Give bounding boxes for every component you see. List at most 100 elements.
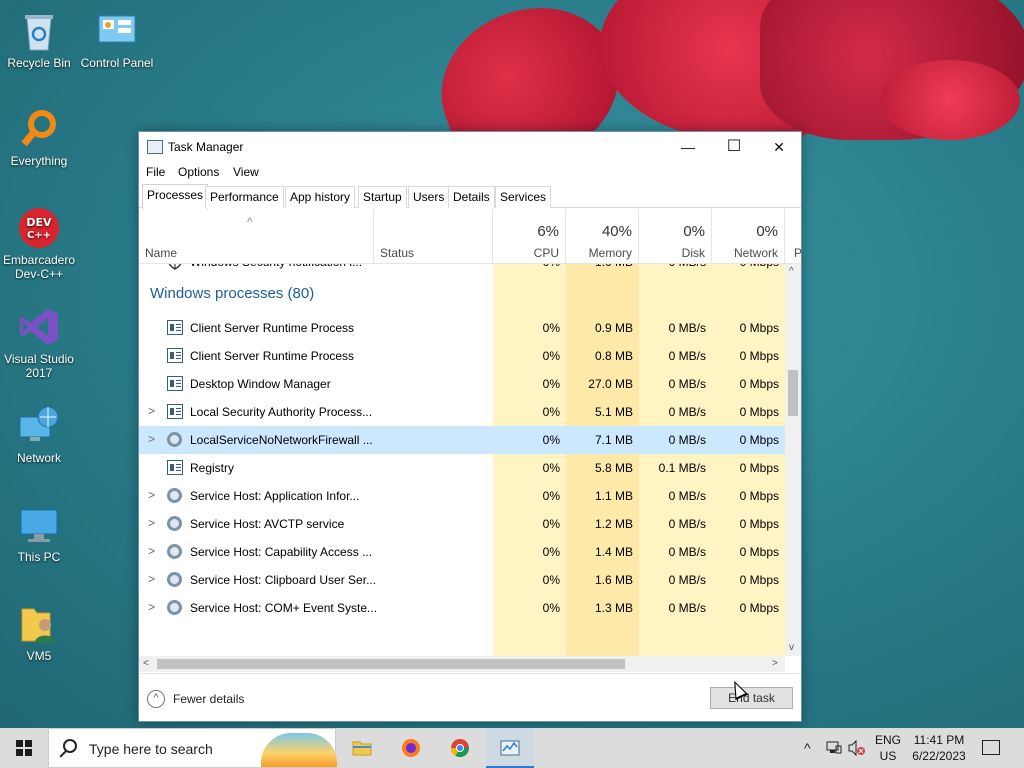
table-row[interactable]: Windows Security notification i... 0% 1.0 … — [139, 264, 785, 276]
taskbar-search-box[interactable]: Type here to search — [48, 728, 337, 768]
memory-total: 40% — [601, 223, 632, 240]
column-power-label: P — [794, 246, 803, 260]
expand-chevron-icon[interactable]: > — [148, 572, 155, 586]
disk-value: 0 MB/s — [668, 377, 706, 391]
scroll-left-arrow[interactable]: < — [143, 658, 149, 669]
menu-file[interactable]: File — [146, 165, 165, 179]
close-button[interactable]: ✕ — [756, 132, 802, 162]
table-row[interactable]: Registry 0% 5.8 MB 0.1 MB/s 0 Mbps — [139, 454, 785, 482]
column-disk[interactable]: 0% Disk — [639, 209, 712, 264]
desktop-icon-visual-studio[interactable]: Visual Studio 2017 — [0, 306, 78, 380]
fewer-details-link[interactable]: Fewer details — [173, 692, 244, 706]
menu-view[interactable]: View — [233, 165, 259, 179]
input-language[interactable]: ENG US — [872, 732, 904, 764]
collapse-icon[interactable]: ^ — [147, 690, 165, 708]
desktop-icon-recycle-bin[interactable]: Recycle Bin — [0, 10, 78, 70]
expand-chevron-icon[interactable]: > — [148, 488, 155, 502]
process-name: Service Host: COM+ Event Syste... — [190, 601, 378, 615]
column-memory[interactable]: 40% Memory — [566, 209, 639, 264]
scroll-up-arrow[interactable]: ^ — [789, 266, 794, 277]
column-cpu[interactable]: 6% CPU — [493, 209, 566, 264]
start-button[interactable] — [0, 728, 48, 768]
cpu-value: 0% — [542, 405, 560, 419]
taskbar-task-manager[interactable] — [486, 728, 534, 768]
desktop-icon-devcpp[interactable]: DEV C++ Embarcadero Dev-C++ — [0, 207, 78, 281]
table-row[interactable]: > Service Host: Application Infor... 0% 1.1… — [139, 482, 785, 510]
taskbar-chrome[interactable] — [436, 728, 484, 768]
network-value: 0 Mbps — [739, 517, 779, 531]
tab-performance[interactable]: Performance — [205, 186, 284, 208]
table-row[interactable]: > Service Host: Capability Access ... 0% 1.… — [139, 538, 785, 566]
tab-details[interactable]: Details — [448, 186, 495, 208]
show-hidden-icons[interactable]: ^ — [804, 740, 811, 756]
maximize-button[interactable]: ☐ — [711, 132, 757, 162]
table-row[interactable]: > LocalServiceNoNetworkFirewall ... 0% 7.1 … — [139, 426, 785, 454]
column-status[interactable]: Status — [374, 209, 493, 264]
tab-app-history[interactable]: App history — [285, 186, 356, 208]
desktop-icon-control-panel[interactable]: Control Panel — [78, 10, 156, 70]
expand-chevron-icon[interactable]: > — [148, 432, 155, 446]
memory-value: 5.1 MB — [594, 405, 633, 419]
table-row[interactable]: Client Server Runtime Process 0% 0.9 MB 0 M… — [139, 314, 785, 342]
cpu-value: 0% — [493, 264, 560, 269]
desktop-icon-network[interactable]: Network — [0, 405, 78, 465]
volume-muted-icon[interactable] — [848, 739, 866, 759]
process-name: Service Host: Capability Access ... — [190, 545, 373, 559]
taskbar-file-explorer[interactable] — [338, 728, 386, 768]
disk-value: 0 MB/s — [668, 321, 706, 335]
end-task-button[interactable]: End task — [710, 687, 793, 709]
network-tray-icon[interactable] — [826, 740, 842, 759]
task-manager-window[interactable]: Task Manager — ☐ ✕ File Options View Pro… — [138, 131, 802, 722]
process-name: Registry — [190, 461, 235, 475]
table-row[interactable]: > Service Host: COM+ Event Syste... 0% 1.3 … — [139, 594, 785, 622]
horizontal-scroll-thumb[interactable] — [157, 659, 625, 669]
desktop-icon-vm5[interactable]: VM5 — [0, 603, 78, 663]
notification-center-icon[interactable] — [982, 740, 1000, 755]
horizontal-scrollbar[interactable]: < > — [139, 656, 785, 672]
scroll-right-arrow[interactable]: > — [772, 658, 778, 669]
table-row[interactable]: > Service Host: AVCTP service 0% 1.2 MB 0 MB… — [139, 510, 785, 538]
column-power[interactable]: P — [785, 209, 803, 264]
menu-options[interactable]: Options — [178, 165, 219, 179]
window-icon — [167, 320, 183, 335]
tab-users[interactable]: Users — [408, 186, 450, 208]
network-value: 0 Mbps — [739, 377, 779, 391]
minimize-button[interactable]: — — [665, 132, 711, 162]
title-bar[interactable]: Task Manager — ☐ ✕ — [139, 132, 801, 162]
process-list[interactable]: Windows Security notification i... 0% 1.0 … — [139, 264, 785, 656]
column-name[interactable]: ^ Name — [139, 209, 374, 264]
expand-chevron-icon[interactable]: > — [148, 404, 155, 418]
computer-icon — [18, 504, 60, 546]
expand-chevron-icon[interactable]: > — [148, 516, 155, 530]
desktop-icon-everything[interactable]: Everything — [0, 108, 78, 168]
network-value: 0 Mbps — [739, 545, 779, 559]
magnifier-icon — [18, 108, 60, 150]
tab-processes[interactable]: Processes — [142, 184, 209, 209]
expand-chevron-icon[interactable]: > — [148, 544, 155, 558]
tab-startup[interactable]: Startup — [358, 186, 407, 208]
taskbar: Type here to search ^ ENG US 11:41 PM 6/… — [0, 728, 1024, 768]
desktop-icon-this-pc[interactable]: This PC — [0, 504, 78, 564]
memory-value: 0.8 MB — [594, 349, 633, 363]
column-network[interactable]: 0% Network — [712, 209, 785, 264]
taskbar-firefox[interactable] — [387, 728, 435, 768]
column-memory-label: Memory — [588, 246, 632, 260]
devcpp-icon: DEV C++ — [18, 207, 60, 249]
group-header[interactable]: Windows processes (80) — [139, 280, 785, 314]
network-value: 0 Mbps — [739, 573, 779, 587]
cpu-value: 0% — [542, 489, 560, 503]
vertical-scroll-thumb[interactable] — [788, 370, 798, 416]
table-row[interactable]: Desktop Window Manager 0% 27.0 MB 0 MB/s 0 M… — [139, 370, 785, 398]
windows-logo-icon — [16, 740, 32, 756]
disk-value: 0 MB/s — [668, 489, 706, 503]
vertical-scrollbar[interactable]: ^ v — [785, 264, 801, 656]
column-status-label: Status — [380, 246, 415, 260]
system-clock[interactable]: 11:41 PM 6/22/2023 — [904, 732, 974, 764]
disk-value: 0 MB/s — [639, 264, 706, 269]
scroll-down-arrow[interactable]: v — [789, 642, 794, 653]
table-row[interactable]: Client Server Runtime Process 0% 0.8 MB 0 M… — [139, 342, 785, 370]
table-row[interactable]: > Local Security Authority Process... 0% 5.… — [139, 398, 785, 426]
expand-chevron-icon[interactable]: > — [148, 600, 155, 614]
table-row[interactable]: > Service Host: Clipboard User Ser... 0% 1.… — [139, 566, 785, 594]
tab-services[interactable]: Services — [495, 186, 552, 208]
